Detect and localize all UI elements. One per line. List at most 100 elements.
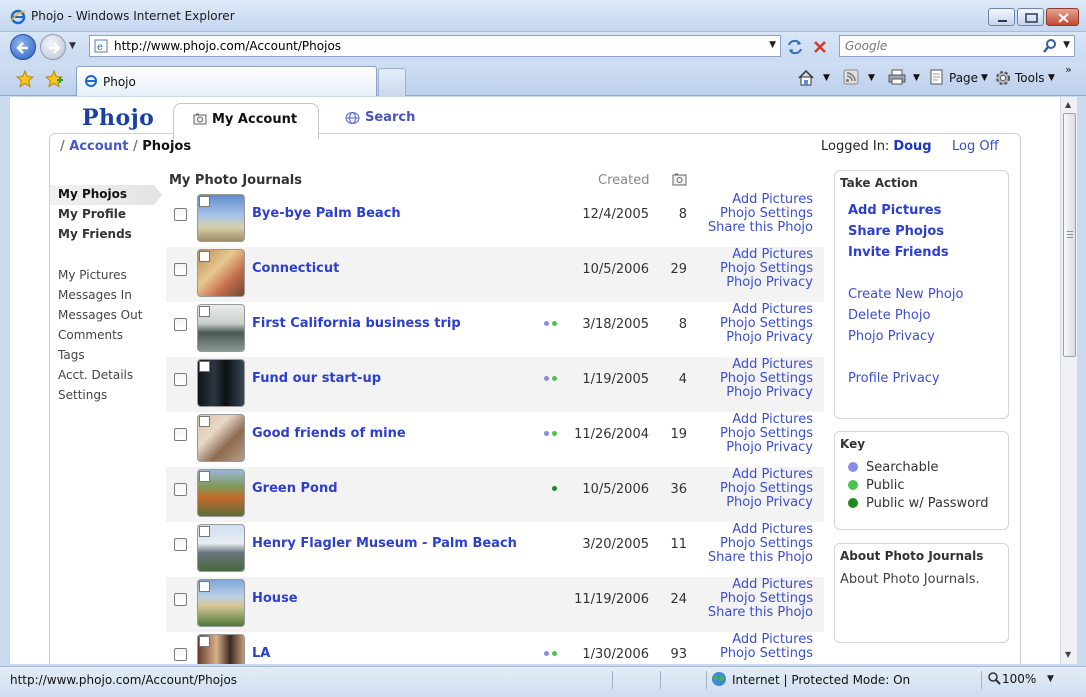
home-dropdown-icon[interactable]: ▼ <box>823 73 830 83</box>
feeds-dropdown-icon[interactable]: ▼ <box>868 73 875 83</box>
chevron-more-icon[interactable]: » <box>1065 63 1072 76</box>
page-menu-dropdown-icon[interactable]: ▼ <box>981 73 988 83</box>
journal-title-link[interactable]: Green Pond <box>252 481 338 496</box>
vertical-scrollbar[interactable]: ▲ ▼ <box>1060 97 1077 664</box>
picture-count-column-icon[interactable] <box>672 173 687 186</box>
page-menu[interactable]: Page <box>949 71 978 85</box>
add-pictures-link[interactable]: Add Pictures <box>703 303 813 317</box>
security-zone[interactable]: Internet | Protected Mode: On <box>732 673 910 687</box>
nav-my-profile[interactable]: My Profile <box>50 205 154 225</box>
browser-tab-phojo[interactable]: Phojo <box>76 66 377 96</box>
log-off-link[interactable]: Log Off <box>952 139 999 154</box>
add-pictures-action[interactable]: Add Pictures <box>848 203 941 218</box>
share-this-phojo-link[interactable]: Share this Phojo <box>703 551 813 565</box>
add-pictures-link[interactable]: Add Pictures <box>703 523 813 537</box>
nav-tags[interactable]: Tags <box>50 345 154 365</box>
phojo-settings-link[interactable]: Phojo Settings <box>703 262 813 276</box>
add-pictures-link[interactable]: Add Pictures <box>703 248 813 262</box>
delete-phojo-action[interactable]: Delete Phojo <box>848 308 930 323</box>
phojo-privacy-link[interactable]: Phojo Privacy <box>703 496 813 510</box>
favorites-star-icon[interactable] <box>16 70 34 88</box>
row-checkbox[interactable] <box>174 428 187 441</box>
journal-thumbnail[interactable] <box>197 359 245 407</box>
zoom-dropdown-icon[interactable]: ▼ <box>1047 674 1054 684</box>
share-this-phojo-link[interactable]: Share this Phojo <box>703 606 813 620</box>
recent-pages-dropdown-icon[interactable]: ▼ <box>69 41 76 51</box>
close-window-button[interactable] <box>1046 8 1079 26</box>
nav-settings[interactable]: Settings <box>50 385 154 405</box>
phojo-privacy-action[interactable]: Phojo Privacy <box>848 329 935 344</box>
row-checkbox[interactable] <box>174 648 187 661</box>
journal-thumbnail[interactable] <box>197 249 245 297</box>
refresh-icon[interactable] <box>784 36 806 58</box>
row-checkbox[interactable] <box>174 483 187 496</box>
maximize-button[interactable] <box>1017 8 1044 26</box>
journal-thumbnail[interactable] <box>197 579 245 627</box>
row-checkbox[interactable] <box>174 208 187 221</box>
search-dropdown-icon[interactable]: ▼ <box>1063 40 1070 50</box>
row-checkbox[interactable] <box>174 593 187 606</box>
add-pictures-link[interactable]: Add Pictures <box>703 578 813 592</box>
journal-thumbnail[interactable] <box>197 194 245 242</box>
phojo-privacy-link[interactable]: Phojo Privacy <box>703 386 813 400</box>
nav-messages-in[interactable]: Messages In <box>50 285 154 305</box>
address-dropdown-icon[interactable]: ▼ <box>769 40 776 50</box>
add-pictures-link[interactable]: Add Pictures <box>703 193 813 207</box>
journal-title-link[interactable]: Connecticut <box>252 261 339 276</box>
phojo-settings-link[interactable]: Phojo Settings <box>703 427 813 441</box>
phojo-settings-link[interactable]: Phojo Settings <box>703 592 813 606</box>
username-link[interactable]: Doug <box>893 139 931 154</box>
page-menu-icon[interactable] <box>929 69 945 85</box>
forward-button[interactable] <box>40 34 66 60</box>
nav-comments[interactable]: Comments <box>50 325 154 345</box>
share-phojos-action[interactable]: Share Phojos <box>848 224 944 239</box>
home-icon[interactable] <box>797 69 815 87</box>
phojo-privacy-link[interactable]: Phojo Privacy <box>703 276 813 290</box>
row-action-link[interactable]: Share this Phojo <box>703 221 813 235</box>
phojo-settings-link[interactable]: Phojo Settings <box>703 482 813 496</box>
nav-my-friends[interactable]: My Friends <box>50 225 154 245</box>
journal-thumbnail[interactable] <box>197 304 245 352</box>
journal-thumbnail[interactable] <box>197 634 245 664</box>
row-checkbox[interactable] <box>174 373 187 386</box>
journal-title-link[interactable]: Good friends of mine <box>252 426 406 441</box>
tools-menu[interactable]: Tools <box>1015 71 1045 85</box>
zoom-icon[interactable] <box>987 671 1001 685</box>
journal-thumbnail[interactable] <box>197 469 245 517</box>
tools-menu-dropdown-icon[interactable]: ▼ <box>1048 73 1055 83</box>
breadcrumb-account-link[interactable]: Account <box>69 139 128 154</box>
phojo-settings-link[interactable]: Phojo Settings <box>703 207 813 221</box>
phojo-settings-link[interactable]: Phojo Settings <box>703 372 813 386</box>
journal-title-link[interactable]: Fund our start-up <box>252 371 381 386</box>
journal-title-link[interactable]: Henry Flagler Museum - Palm Beach <box>252 536 517 551</box>
minimize-button[interactable] <box>988 8 1015 26</box>
back-button[interactable] <box>10 34 36 60</box>
journal-title-link[interactable]: House <box>252 591 298 606</box>
address-field[interactable]: e http://www.phojo.com/Account/Phojos ▼ <box>89 35 781 57</box>
feeds-icon[interactable] <box>843 69 859 85</box>
zoom-level[interactable]: 100% <box>1002 672 1036 686</box>
phojo-settings-link[interactable]: Phojo Settings <box>703 647 813 661</box>
stop-icon[interactable] <box>809 36 831 58</box>
add-pictures-link[interactable]: Add Pictures <box>703 358 813 372</box>
row-checkbox[interactable] <box>174 263 187 276</box>
journal-thumbnail[interactable] <box>197 414 245 462</box>
row-checkbox[interactable] <box>174 318 187 331</box>
phojo-settings-link[interactable]: Phojo Settings <box>703 537 813 551</box>
invite-friends-action[interactable]: Invite Friends <box>848 245 949 260</box>
nav-messages-out[interactable]: Messages Out <box>50 305 154 325</box>
gear-icon[interactable] <box>994 69 1012 87</box>
phojo-settings-link[interactable]: Phojo Settings <box>703 317 813 331</box>
nav-my-pictures[interactable]: My Pictures <box>50 265 154 285</box>
search-field[interactable]: Google ▼ <box>839 35 1075 57</box>
add-pictures-link[interactable]: Add Pictures <box>703 468 813 482</box>
site-logo[interactable]: Phojo <box>82 105 154 131</box>
profile-privacy-action[interactable]: Profile Privacy <box>848 371 940 386</box>
journal-title-link[interactable]: First California business trip <box>252 316 461 331</box>
created-column-header[interactable]: Created <box>598 173 649 188</box>
scroll-down-arrow-icon[interactable]: ▼ <box>1065 650 1071 659</box>
nav-my-phojos[interactable]: My Phojos <box>50 185 162 205</box>
add-pictures-link[interactable]: Add Pictures <box>703 633 813 647</box>
search-icon[interactable] <box>1042 38 1058 54</box>
new-tab-button[interactable] <box>378 68 406 96</box>
